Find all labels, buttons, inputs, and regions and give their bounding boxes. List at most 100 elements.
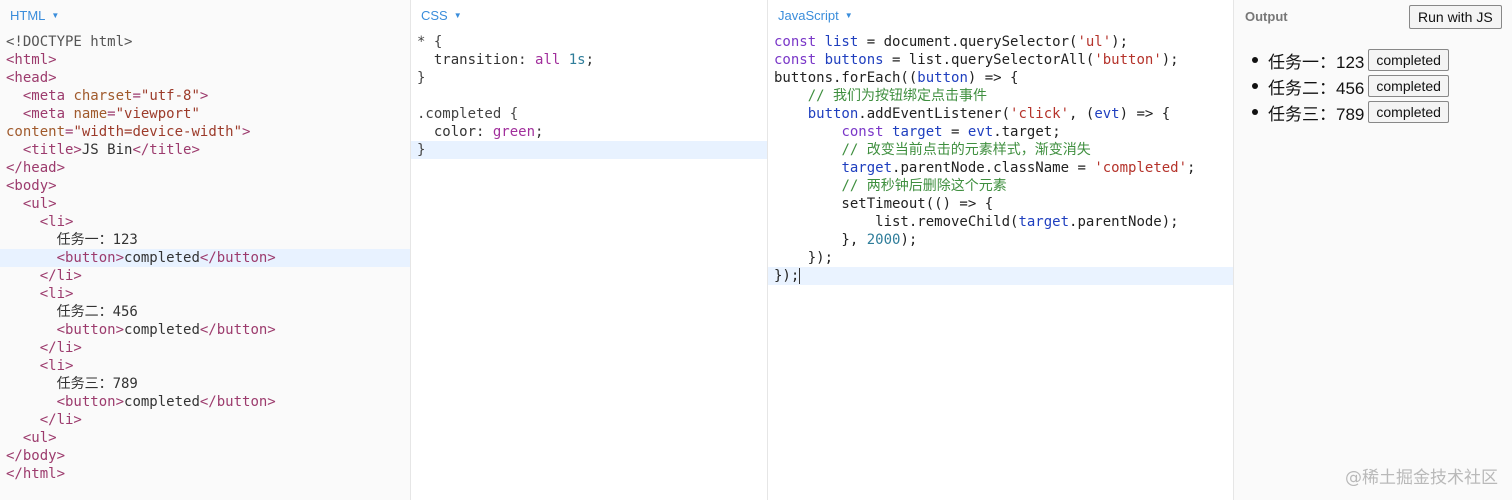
code-line[interactable]: const buttons = list.querySelectorAll('b…: [768, 51, 1233, 69]
code-line[interactable]: setTimeout(() => {: [768, 195, 1233, 213]
code-token: list.removeChild(: [774, 214, 1019, 230]
code-line[interactable]: <li>: [0, 285, 410, 303]
code-line[interactable]: list.removeChild(target.parentNode);: [768, 213, 1233, 231]
code-line[interactable]: }: [411, 69, 767, 87]
code-line[interactable]: </li>: [0, 267, 410, 285]
output-task-text: 任务三：789: [1268, 104, 1365, 124]
html-panel-label[interactable]: HTML: [10, 8, 45, 23]
output-task-item: 任务一：123 completed: [1252, 47, 1449, 73]
code-line[interactable]: <title>JS Bin</title>: [0, 141, 410, 159]
code-token: evt: [1094, 106, 1120, 122]
code-token: ) => {: [1119, 106, 1171, 122]
code-line[interactable]: <body>: [0, 177, 410, 195]
code-line[interactable]: </html>: [0, 465, 410, 483]
code-line[interactable]: });: [768, 249, 1233, 267]
code-line[interactable]: <head>: [0, 69, 410, 87]
code-token: transition:: [417, 52, 536, 68]
code-token: // 改变当前点击的元素样式，渐变消失: [841, 142, 1091, 158]
completed-button[interactable]: completed: [1368, 75, 1449, 97]
code-line[interactable]: 任务一：123: [0, 231, 410, 249]
html-panel-header[interactable]: HTML ▼: [10, 8, 59, 23]
code-token: </head>: [6, 160, 66, 176]
code-token: .completed {: [417, 106, 519, 122]
code-line[interactable]: </li>: [0, 411, 410, 429]
code-token: target: [892, 124, 943, 140]
code-line[interactable]: <button>completed</button>: [0, 321, 410, 339]
code-line[interactable]: </body>: [0, 447, 410, 465]
code-line[interactable]: button.addEventListener('click', (evt) =…: [768, 105, 1233, 123]
javascript-dropdown-caret-icon[interactable]: ▼: [845, 11, 853, 20]
css-panel-label[interactable]: CSS: [421, 8, 448, 23]
code-token: .parentNode);: [1069, 214, 1179, 230]
run-with-js-button[interactable]: Run with JS: [1409, 5, 1502, 29]
css-panel-header[interactable]: CSS ▼: [421, 8, 462, 23]
html-code-editor[interactable]: <!DOCTYPE html> <html> <head> <meta charse…: [0, 33, 410, 483]
html-panel: HTML ▼ <!DOCTYPE html> <html> <head> <meta…: [0, 0, 411, 500]
code-line[interactable]: });: [768, 267, 1233, 285]
code-line[interactable]: .completed {: [411, 105, 767, 123]
code-line[interactable]: <html>: [0, 51, 410, 69]
code-line[interactable]: <ul>: [0, 429, 410, 447]
code-line[interactable]: <meta charset="utf-8">: [0, 87, 410, 105]
code-line[interactable]: 任务三：789: [0, 375, 410, 393]
code-line[interactable]: content="width=device-width">: [0, 123, 410, 141]
code-line[interactable]: const list = document.querySelector('ul'…: [768, 33, 1233, 51]
javascript-panel-label[interactable]: JavaScript: [778, 8, 839, 23]
code-line[interactable]: // 两秒钟后删除这个元素: [768, 177, 1233, 195]
code-line[interactable]: const target = evt.target;: [768, 123, 1233, 141]
code-line[interactable]: color: green;: [411, 123, 767, 141]
code-line[interactable]: <li>: [0, 357, 410, 375]
code-token: , (: [1069, 106, 1095, 122]
code-token: 任务二：456: [6, 304, 138, 320]
css-dropdown-caret-icon[interactable]: ▼: [454, 11, 462, 20]
code-token: >: [199, 88, 209, 104]
completed-button[interactable]: completed: [1368, 101, 1449, 123]
code-line[interactable]: transition: all 1s;: [411, 51, 767, 69]
code-token: .target;: [993, 124, 1061, 140]
output-panel-label: Output: [1245, 9, 1288, 24]
code-line[interactable]: target.parentNode.className = 'completed…: [768, 159, 1233, 177]
code-line[interactable]: <ul>: [0, 195, 410, 213]
code-token: },: [774, 232, 867, 248]
code-token: 'completed': [1094, 160, 1188, 176]
html-dropdown-caret-icon[interactable]: ▼: [51, 11, 59, 20]
code-line[interactable]: // 改变当前点击的元素样式，渐变消失: [768, 141, 1233, 159]
code-line[interactable]: <button>completed</button>: [0, 249, 410, 267]
code-line[interactable]: * {: [411, 33, 767, 51]
code-token: target: [1018, 214, 1070, 230]
code-line[interactable]: <li>: [0, 213, 410, 231]
code-line[interactable]: <!DOCTYPE html>: [0, 33, 410, 51]
code-line[interactable]: <button>completed</button>: [0, 393, 410, 411]
code-line[interactable]: }: [411, 141, 767, 159]
completed-button[interactable]: completed: [1368, 49, 1449, 71]
code-token: >: [242, 124, 251, 140]
code-line[interactable]: // 我们为按钮绑定点击事件: [768, 87, 1233, 105]
javascript-panel-header[interactable]: JavaScript ▼: [778, 8, 853, 23]
code-token: completed: [124, 250, 200, 266]
javascript-code-editor[interactable]: const list = document.querySelector('ul'…: [768, 33, 1233, 285]
css-code-editor[interactable]: * { transition: all 1s;} .completed { col…: [411, 33, 767, 159]
output-task-list: 任务一：123 completed 任务二：456 completed 任务三：789 c…: [1252, 47, 1449, 125]
code-line[interactable]: buttons.forEach((button) => {: [768, 69, 1233, 87]
code-line[interactable]: </li>: [0, 339, 410, 357]
code-line[interactable]: [411, 87, 767, 105]
code-token: <meta: [22, 88, 74, 104]
code-token: <li>: [39, 358, 74, 374]
code-token: <body>: [6, 178, 57, 194]
code-line[interactable]: }, 2000);: [768, 231, 1233, 249]
code-token: </body>: [6, 448, 66, 464]
code-line[interactable]: </head>: [0, 159, 410, 177]
code-token: = list.querySelectorAll(: [883, 52, 1095, 68]
code-line[interactable]: 任务二：456: [0, 303, 410, 321]
code-token: completed: [124, 322, 200, 338]
code-token: </html>: [6, 466, 66, 482]
code-token: // 我们为按钮绑定点击事件: [807, 88, 988, 104]
code-token: setTimeout(() => {: [774, 196, 994, 212]
code-line[interactable]: <meta name="viewport": [0, 105, 410, 123]
code-token: completed: [124, 394, 200, 410]
